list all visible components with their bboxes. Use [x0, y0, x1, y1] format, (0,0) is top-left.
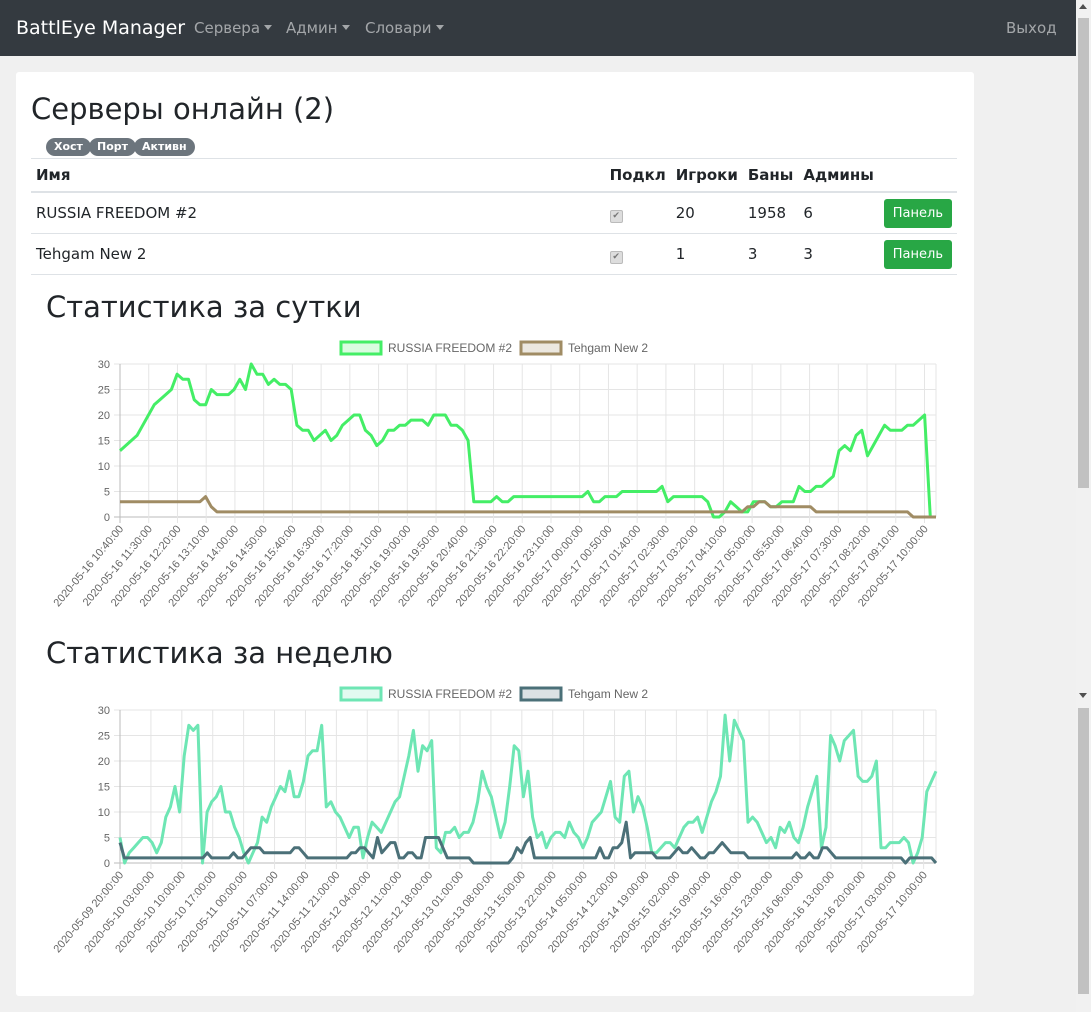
sort-host-badge[interactable]: Хост — [46, 138, 91, 156]
col-bans[interactable]: Баны — [742, 158, 799, 193]
server-name: Tehgam New 2 — [31, 233, 605, 275]
table-row: RUSSIA FREEDOM #2 ✔ 20 1958 6 Панель — [31, 192, 957, 234]
connected-checkbox: ✔ — [609, 209, 623, 223]
y-tick-label: 30 — [98, 705, 110, 717]
y-tick-label: 0 — [104, 512, 110, 524]
col-name[interactable]: Имя — [31, 158, 605, 193]
day-chart: RUSSIA FREEDOM #2 Tehgam New 2 0 5 10 15 20 25 3… — [51, 340, 937, 609]
y-tick-label: 0 — [104, 858, 110, 870]
week-chart: RUSSIA FREEDOM #2 Tehgam New 2 0 5 10 15 20 25 3… — [51, 686, 938, 955]
nav-dictionaries[interactable]: Словари — [365, 19, 444, 37]
y-tick-label: 25 — [98, 385, 110, 397]
legend-label: Tehgam New 2 — [568, 687, 648, 701]
y-tick-label: 5 — [104, 487, 110, 499]
nav-admin[interactable]: Админ — [286, 19, 350, 37]
chevron-down-icon — [435, 25, 444, 30]
series-line-2 — [118, 820, 938, 865]
legend-item[interactable]: Tehgam New 2 — [519, 686, 648, 702]
brand[interactable]: BattlEye Manager — [16, 17, 185, 39]
navbar: BattlEye Manager Сервера Админ Словари В… — [0, 0, 1076, 56]
y-tick-label: 20 — [98, 410, 110, 422]
week-stats-title: Статистика за неделю — [46, 636, 393, 670]
chevron-down-icon — [341, 25, 350, 30]
legend-item[interactable]: RUSSIA FREEDOM #2 — [339, 340, 512, 356]
bans-count: 1958 — [742, 192, 799, 234]
legend-label: RUSSIA FREEDOM #2 — [388, 687, 512, 701]
legend-swatch — [339, 340, 383, 356]
series-line-2 — [120, 495, 936, 519]
y-tick-label: 15 — [98, 782, 110, 794]
table-row: Tehgam New 2 ✔ 1 3 3 Панель — [31, 233, 957, 275]
nav-servers[interactable]: Сервера — [194, 19, 273, 37]
servers-table: Имя Подкл Игроки Баны Админы RUSSIA FREE… — [31, 158, 957, 275]
scroll-thumb-lower[interactable] — [1078, 708, 1089, 994]
page-title: Серверы онлайн (2) — [31, 92, 335, 126]
y-tick-label: 30 — [98, 359, 110, 371]
main-card: Серверы онлайн (2) Хост Порт Активн Имя … — [16, 72, 974, 996]
y-tick-label: 20 — [98, 756, 110, 768]
legend-item[interactable]: Tehgam New 2 — [519, 340, 648, 356]
sort-active-badge[interactable]: Активн — [134, 138, 195, 156]
scroll-thumb[interactable] — [1078, 18, 1089, 488]
legend-swatch — [519, 686, 563, 702]
players-count: 20 — [670, 192, 743, 234]
y-tick-label: 25 — [98, 731, 110, 743]
y-tick-label: 10 — [98, 807, 110, 819]
logout-link[interactable]: Выход — [1006, 19, 1057, 37]
col-players[interactable]: Игроки — [670, 158, 743, 193]
legend-label: Tehgam New 2 — [568, 341, 648, 355]
players-count: 1 — [670, 233, 743, 275]
chevron-down-icon — [264, 25, 273, 30]
scrollbar[interactable] — [1076, 0, 1091, 1012]
scroll-up-icon[interactable] — [1079, 4, 1087, 9]
panel-button[interactable]: Панель — [883, 198, 952, 228]
connected-checkbox: ✔ — [609, 250, 623, 264]
admins-count: 6 — [798, 192, 879, 234]
server-name: RUSSIA FREEDOM #2 — [31, 192, 605, 234]
bans-count: 3 — [742, 233, 799, 275]
legend-label: RUSSIA FREEDOM #2 — [388, 341, 512, 355]
panel-button[interactable]: Панель — [883, 239, 952, 269]
y-tick-label: 10 — [98, 461, 110, 473]
admins-count: 3 — [798, 233, 879, 275]
scroll-down-icon[interactable] — [1079, 693, 1087, 698]
y-tick-label: 5 — [104, 833, 110, 845]
day-stats-title: Статистика за сутки — [46, 290, 362, 324]
legend-swatch — [339, 686, 383, 702]
legend-item[interactable]: RUSSIA FREEDOM #2 — [339, 686, 512, 702]
col-admins[interactable]: Админы — [798, 158, 879, 193]
y-tick-label: 15 — [98, 436, 110, 448]
legend-swatch — [519, 340, 563, 356]
sort-port-badge[interactable]: Порт — [89, 138, 137, 156]
col-connected[interactable]: Подкл — [604, 158, 671, 193]
